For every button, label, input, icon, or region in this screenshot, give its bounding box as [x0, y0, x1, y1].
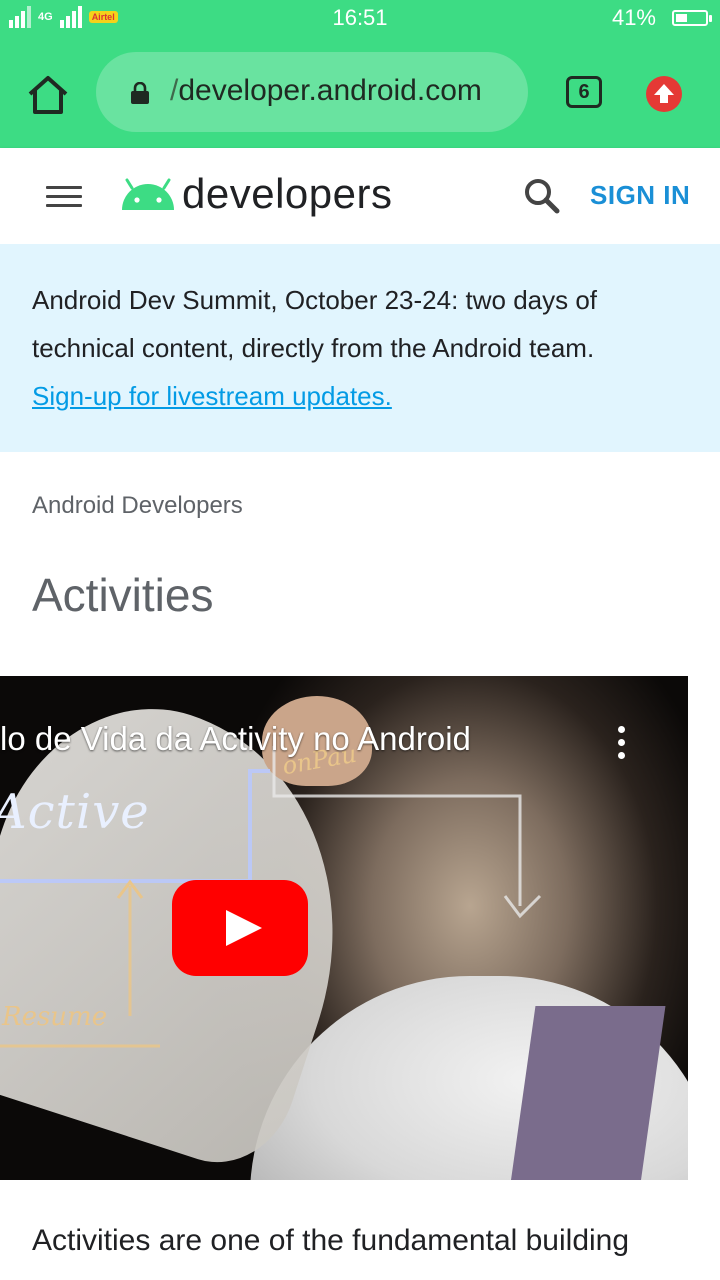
battery-icon: [672, 10, 712, 26]
home-icon: [28, 76, 68, 114]
tab-switcher-button[interactable]: 6: [566, 76, 602, 108]
video-title[interactable]: lo de Vida da Activity no Android: [0, 720, 471, 758]
breadcrumb[interactable]: Android Developers: [32, 492, 243, 520]
update-button[interactable]: [646, 76, 682, 112]
battery-percent: 41%: [611, 5, 656, 30]
android-logo-icon[interactable]: [120, 178, 176, 212]
banner-link[interactable]: Sign-up for livestream updates.: [32, 372, 392, 420]
banner-message: Android Dev Summit, October 23-24: two d…: [32, 285, 598, 363]
sign-in-link[interactable]: SIGN IN: [590, 180, 690, 211]
intro-paragraph: Activities are one of the fundamental bu…: [32, 1224, 630, 1257]
play-button[interactable]: [172, 880, 308, 976]
site-header: developers SIGN IN: [0, 148, 720, 244]
lock-icon: [131, 82, 149, 104]
address-bar[interactable]: /developer.android.com: [96, 52, 528, 132]
url-text: /developer.android.com: [170, 74, 482, 108]
announcement-banner: Android Dev Summit, October 23-24: two d…: [0, 244, 720, 452]
video-player[interactable]: Active onPau Resume lo de Vida da Activi…: [0, 676, 688, 1180]
board-word-active: Active: [0, 784, 150, 840]
board-word-resume: Resume: [2, 1002, 108, 1032]
status-bar: 4G Airtel 16:51 41%: [0, 0, 720, 36]
search-icon[interactable]: [522, 176, 562, 216]
browser-toolbar: /developer.android.com 6: [0, 36, 720, 148]
home-button[interactable]: [22, 72, 74, 116]
url-domain: developer.android.com: [178, 74, 482, 107]
menu-icon[interactable]: [46, 186, 82, 208]
brand-name[interactable]: developers: [182, 170, 392, 218]
page-title: Activities: [32, 569, 214, 621]
arrow-up-icon: [654, 84, 674, 103]
more-options-icon[interactable]: [618, 726, 626, 765]
